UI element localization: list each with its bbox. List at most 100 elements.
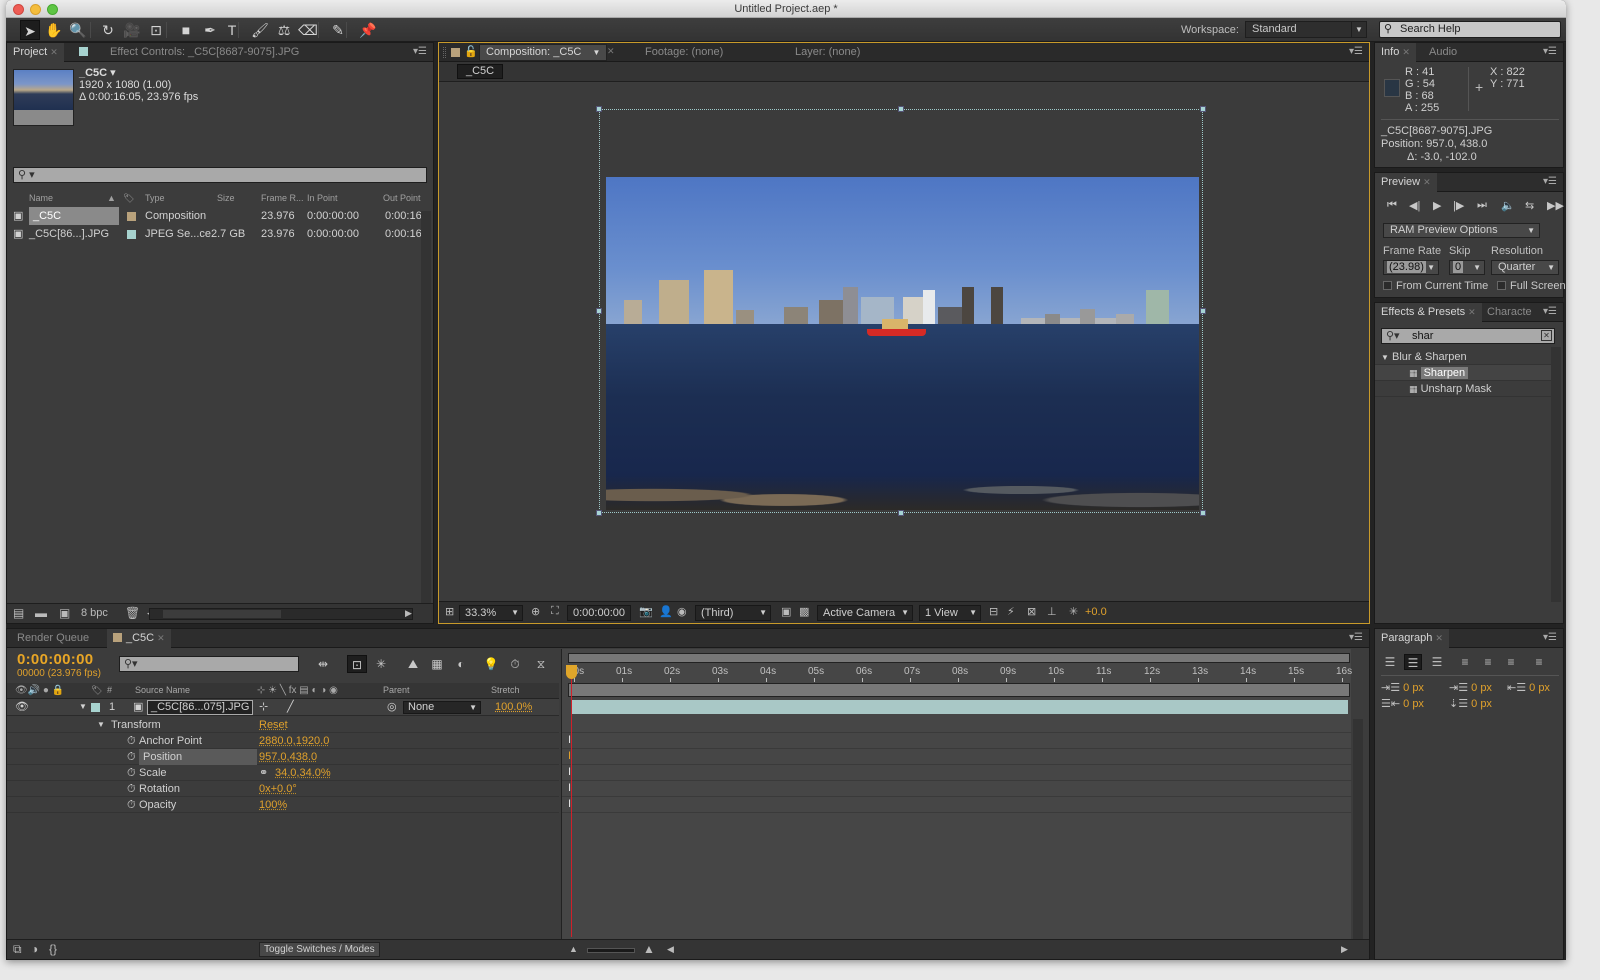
toggle-pixel-aspect-icon[interactable]: ⊟ bbox=[989, 605, 998, 618]
fast-previews-icon[interactable]: ⚡ bbox=[1007, 605, 1015, 618]
close-icon[interactable]: ✕ bbox=[607, 46, 615, 57]
audio-icon[interactable]: 🔈 bbox=[1501, 199, 1515, 212]
tab-composition[interactable]: Composition: _C5C ▼ bbox=[479, 44, 608, 61]
align-center-icon[interactable]: ☰ bbox=[1404, 654, 1422, 670]
stretch-value[interactable]: 100.0% bbox=[495, 699, 532, 715]
pen-tool-icon[interactable]: ✒ bbox=[200, 20, 220, 40]
type-tool-icon[interactable]: T bbox=[222, 20, 242, 40]
expand-in-out-icon[interactable]: {} bbox=[49, 942, 57, 956]
resolution-select[interactable]: Quarter ▼ bbox=[1491, 260, 1559, 275]
hide-shy-layers-icon[interactable]: ⛰ bbox=[403, 655, 423, 673]
column-name[interactable]: Name bbox=[29, 193, 53, 203]
eraser-tool-icon[interactable]: ⌫ bbox=[298, 20, 318, 40]
view-layout-select[interactable]: 1 View ▼ bbox=[919, 605, 981, 621]
transform-handle[interactable] bbox=[1200, 510, 1206, 516]
indent-first-value[interactable]: 0 px bbox=[1471, 682, 1492, 694]
pickwhip-icon[interactable]: ◎ bbox=[387, 699, 397, 715]
indent-first-line-field[interactable]: ⇥☰ 0 px bbox=[1449, 681, 1492, 694]
puppet-pin-tool-icon[interactable]: 📌 bbox=[358, 20, 378, 40]
title-action-safe-icon[interactable]: ⊕ bbox=[531, 605, 540, 618]
roto-brush-tool-icon[interactable]: ✎ bbox=[328, 20, 348, 40]
align-right-icon[interactable]: ☰ bbox=[1428, 654, 1446, 670]
stopwatch-icon[interactable]: ⏱ bbox=[127, 797, 136, 813]
property-row[interactable]: ⏱ Anchor Point 2880.0,1920.0 bbox=[7, 733, 559, 749]
scroll-right-icon[interactable]: ▶ bbox=[1341, 944, 1348, 955]
tab-effects-presets[interactable]: Effects & Presets ✕ bbox=[1375, 303, 1482, 322]
panel-menu-icon[interactable]: ▾☰ bbox=[1543, 632, 1557, 643]
tab-paragraph[interactable]: Paragraph ✕ bbox=[1375, 629, 1449, 648]
transform-handle[interactable] bbox=[898, 510, 904, 516]
interpret-footage-icon[interactable]: ▤ bbox=[13, 606, 24, 620]
project-item-row[interactable]: ▣ _C5C[86...].JPG JPEG Se...ce 2.7 GB 23.976… bbox=[11, 225, 423, 243]
stopwatch-icon[interactable]: ⏱ bbox=[127, 765, 136, 781]
timeline-vertical-scrollbar[interactable] bbox=[1353, 719, 1363, 939]
transform-group-row[interactable]: ▼ Transform Reset bbox=[7, 717, 559, 733]
close-window-button[interactable] bbox=[13, 4, 24, 15]
clear-search-icon[interactable]: ✕ bbox=[1541, 330, 1552, 341]
effects-category-blur-sharpen[interactable]: ▼ Blur & Sharpen bbox=[1375, 349, 1551, 365]
transparency-grid-icon[interactable]: ▩ bbox=[799, 605, 809, 618]
layer-bounding-box[interactable] bbox=[599, 109, 1203, 513]
current-time-indicator[interactable] bbox=[571, 667, 572, 937]
transform-handle[interactable] bbox=[1200, 308, 1206, 314]
skip-select[interactable]: 0 ▼ bbox=[1449, 260, 1485, 275]
quality-switch-icon[interactable]: ╱ bbox=[287, 699, 294, 715]
property-value[interactable]: 34.0,34.0% bbox=[275, 765, 331, 781]
next-frame-icon[interactable]: |▶ bbox=[1453, 199, 1464, 212]
loop-icon[interactable]: ⇆ bbox=[1525, 199, 1534, 212]
region-of-interest-icon[interactable]: ▣ bbox=[781, 605, 791, 618]
column-frame-rate[interactable]: Frame R... bbox=[261, 193, 304, 203]
play-icon[interactable]: ▶ bbox=[1433, 199, 1441, 212]
close-icon[interactable]: ✕ bbox=[1423, 177, 1431, 187]
effects-vertical-scrollbar[interactable] bbox=[1551, 347, 1561, 602]
layer-label-swatch[interactable] bbox=[91, 703, 100, 712]
new-composition-icon[interactable]: ▣ bbox=[59, 606, 70, 620]
close-icon[interactable]: ✕ bbox=[1402, 47, 1410, 57]
property-row[interactable]: ⏱ Opacity 100% bbox=[7, 797, 559, 813]
expand-transfer-controls-icon[interactable]: ◑ bbox=[31, 942, 38, 956]
property-value[interactable]: 100% bbox=[259, 797, 287, 813]
justify-last-right-icon[interactable]: ≡ bbox=[1502, 654, 1520, 670]
workspace-select[interactable]: Standard ▼ bbox=[1245, 21, 1367, 38]
exposure-value[interactable]: +0.0 bbox=[1085, 605, 1107, 621]
tab-audio[interactable]: Audio bbox=[1423, 43, 1473, 62]
flowchart-icon[interactable]: ⊥ bbox=[1047, 605, 1057, 618]
draft-3d-icon[interactable]: ✳ bbox=[371, 655, 391, 673]
trash-icon[interactable]: 🗑 bbox=[125, 606, 140, 620]
label-color-swatch[interactable] bbox=[127, 230, 136, 239]
composition-breadcrumb[interactable]: _C5C bbox=[457, 64, 504, 79]
ram-preview-icon[interactable]: ▶▶ bbox=[1547, 199, 1564, 212]
zoom-out-icon[interactable]: ▲ bbox=[569, 944, 578, 954]
transform-handle[interactable] bbox=[596, 510, 602, 516]
maximize-window-button[interactable] bbox=[47, 4, 58, 15]
property-value[interactable]: 957.0,438.0 bbox=[259, 749, 317, 765]
chevron-down-icon[interactable]: ▼ bbox=[592, 48, 600, 57]
full-screen-checkbox[interactable]: Full Screen bbox=[1497, 280, 1566, 292]
tab-render-queue[interactable]: Render Queue bbox=[11, 629, 101, 648]
layer-row[interactable]: 👁 ▼ 1 ▣ _C5C[86...075].JPG ⊹ ╱ ◎ None ▼ 1… bbox=[7, 699, 559, 716]
transform-handle[interactable] bbox=[898, 106, 904, 112]
stopwatch-icon[interactable]: ⏱ bbox=[127, 749, 136, 765]
zoom-in-icon[interactable]: ▲ bbox=[643, 942, 655, 956]
justify-all-icon[interactable]: ≡ bbox=[1530, 654, 1548, 670]
space-before-value[interactable]: 0 px bbox=[1403, 698, 1424, 710]
project-search-input[interactable]: ⚲ ▾ bbox=[13, 167, 427, 183]
mask-visibility-icon[interactable]: ⛶ bbox=[551, 605, 559, 618]
indent-left-field[interactable]: ⇥☰ 0 px bbox=[1381, 681, 1424, 694]
time-zoom-slider[interactable] bbox=[587, 948, 635, 953]
space-after-field[interactable]: ⇣☰ 0 px bbox=[1449, 697, 1492, 710]
first-frame-icon[interactable]: ⏮ bbox=[1387, 199, 1397, 212]
tab-effect-controls[interactable]: Effect Controls: _C5C[8687-9075].JPG bbox=[73, 43, 305, 62]
transform-handle[interactable] bbox=[596, 308, 602, 314]
indent-right-value[interactable]: 0 px bbox=[1529, 682, 1550, 694]
layer-name[interactable]: _C5C[86...075].JPG bbox=[147, 700, 254, 715]
always-preview-icon[interactable]: ⊞ bbox=[445, 605, 454, 618]
indent-left-value[interactable]: 0 px bbox=[1403, 682, 1424, 694]
close-icon[interactable]: ✕ bbox=[1435, 633, 1443, 643]
current-time-indicator-handle[interactable] bbox=[566, 665, 577, 679]
snapshot-icon[interactable]: 📷 bbox=[639, 605, 653, 618]
zoom-tool-icon[interactable]: 🔍 bbox=[68, 20, 88, 40]
camera-tool-icon[interactable]: 🎥 bbox=[122, 20, 142, 40]
panel-menu-icon[interactable]: ▾☰ bbox=[1543, 176, 1557, 187]
panel-menu-icon[interactable]: ▾☰ bbox=[413, 46, 427, 57]
